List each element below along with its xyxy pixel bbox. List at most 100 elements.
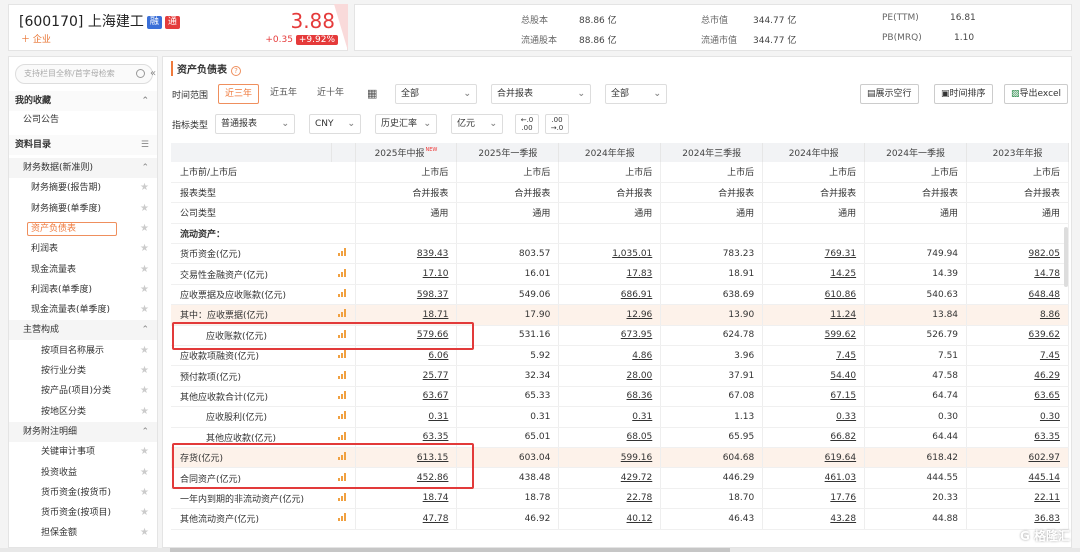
sidebar-item[interactable]: 按行业分类 ★ — [9, 361, 157, 381]
sidebar-item[interactable]: 投资收益 ★ — [9, 463, 157, 483]
column-header[interactable]: 2024年年报 — [558, 143, 662, 162]
chevron-up-icon[interactable]: ⌃ — [141, 422, 149, 442]
data-cell[interactable]: 11.24 — [762, 304, 866, 326]
chevron-up-icon[interactable]: ⌃ — [141, 158, 149, 178]
column-header[interactable]: 2024年三季报 — [660, 143, 764, 162]
star-icon[interactable]: ★ — [140, 300, 149, 320]
data-cell[interactable]: 0.31 — [558, 406, 662, 428]
data-cell[interactable]: 599.16 — [558, 447, 662, 469]
chevron-up-icon[interactable]: ⌃ — [141, 320, 149, 340]
star-icon[interactable]: ★ — [140, 219, 149, 239]
sidebar-item[interactable]: 货币资金(按项目) ★ — [9, 503, 157, 523]
data-cell[interactable]: 22.78 — [558, 488, 662, 510]
sidebar-item[interactable]: 现金流量表 ★ — [9, 260, 157, 280]
data-cell[interactable]: 63.67 — [355, 386, 458, 408]
sidebar-item[interactable]: 资产负债表 ★ — [9, 219, 157, 239]
data-cell[interactable]: 22.11 — [966, 488, 1069, 510]
data-cell[interactable]: 47.78 — [355, 508, 458, 530]
horizontal-scrollbar[interactable] — [0, 548, 1080, 552]
star-icon[interactable]: ★ — [140, 381, 149, 401]
data-cell[interactable]: 769.31 — [762, 243, 866, 265]
star-icon[interactable]: ★ — [140, 361, 149, 381]
star-icon[interactable]: ★ — [140, 402, 149, 422]
sidebar-item[interactable]: 财务附注明细 ⌃ — [9, 421, 157, 442]
period-select[interactable]: 全部 ⌄ — [395, 84, 477, 104]
search-input[interactable]: 支持栏目全称/首字母检索 — [15, 64, 153, 84]
sidebar-item[interactable]: 按产品(项目)分类 ★ — [9, 381, 157, 401]
data-cell[interactable]: 445.14 — [966, 467, 1069, 489]
star-icon[interactable]: ★ — [140, 503, 149, 523]
data-cell[interactable]: 17.83 — [558, 263, 662, 285]
data-cell[interactable]: 7.45 — [762, 345, 866, 367]
star-icon[interactable]: ★ — [140, 239, 149, 259]
data-cell[interactable]: 4.86 — [558, 345, 662, 367]
decrease-decimal-button[interactable]: ←.0 .00 — [515, 114, 539, 134]
data-cell[interactable]: 598.37 — [355, 284, 458, 306]
data-cell[interactable]: 599.62 — [762, 325, 866, 347]
data-cell[interactable]: 673.95 — [558, 325, 662, 347]
data-cell[interactable]: 46.29 — [966, 365, 1069, 387]
bar-chart-icon[interactable] — [338, 492, 347, 501]
data-cell[interactable]: 17.76 — [762, 488, 866, 510]
star-icon[interactable]: ★ — [140, 523, 149, 543]
data-cell[interactable]: 68.36 — [558, 386, 662, 408]
bar-chart-icon[interactable] — [338, 370, 347, 379]
bar-chart-icon[interactable] — [338, 513, 347, 522]
data-cell[interactable]: 43.28 — [762, 508, 866, 530]
star-icon[interactable]: ★ — [140, 280, 149, 300]
bar-chart-icon[interactable] — [338, 309, 347, 318]
range-3y[interactable]: 近三年 — [218, 84, 260, 104]
data-cell[interactable]: 686.91 — [558, 284, 662, 306]
time-sort-button[interactable]: ▣时间排序 — [934, 84, 993, 104]
help-icon[interactable]: ? — [231, 66, 241, 76]
directory-header[interactable]: 资料目录 ☰ — [9, 135, 157, 155]
sidebar-item[interactable]: 利润表 ★ — [9, 239, 157, 259]
data-cell[interactable]: 68.05 — [558, 427, 662, 448]
data-cell[interactable]: 36.83 — [966, 508, 1069, 530]
sidebar-item[interactable]: 财务摘要(报告期) ★ — [9, 178, 157, 198]
data-cell[interactable]: 14.78 — [966, 263, 1069, 285]
star-icon[interactable]: ★ — [140, 442, 149, 462]
data-cell[interactable]: 461.03 — [762, 467, 866, 489]
show-blank-button[interactable]: ▤展示空行 — [860, 84, 919, 104]
scroll-thumb[interactable] — [170, 548, 730, 552]
data-cell[interactable]: 67.15 — [762, 386, 866, 408]
data-cell[interactable]: 28.00 — [558, 365, 662, 387]
data-cell[interactable]: 1,035.01 — [558, 243, 662, 265]
sidebar-item[interactable]: 财务摘要(单季度) ★ — [9, 199, 157, 219]
star-icon[interactable]: ★ — [140, 463, 149, 483]
bar-chart-icon[interactable] — [338, 289, 347, 298]
sidebar-item[interactable]: 关键审计事项 ★ — [9, 442, 157, 462]
data-cell[interactable]: 619.64 — [762, 447, 866, 469]
sort-icon[interactable]: ☰ — [141, 135, 149, 155]
sidebar-item[interactable]: 按地区分类 ★ — [9, 402, 157, 422]
data-cell[interactable]: 14.25 — [762, 263, 866, 285]
range-5y[interactable]: 近五年 — [264, 84, 303, 104]
sidebar-item[interactable]: 按项目名称展示 ★ — [9, 341, 157, 361]
search-icon[interactable] — [136, 69, 145, 78]
data-cell[interactable]: 7.45 — [966, 345, 1069, 367]
column-header[interactable]: 2023年年报 — [966, 143, 1069, 162]
favorites-header[interactable]: 我的收藏 ⌃ — [9, 91, 157, 111]
increase-decimal-button[interactable]: .00 →.0 — [545, 114, 569, 134]
data-cell[interactable]: 648.48 — [966, 284, 1069, 306]
calendar-icon[interactable]: ▦ — [367, 87, 377, 100]
bar-chart-icon[interactable] — [338, 248, 347, 257]
sidebar-item[interactable]: 现金流量表(单季度) ★ — [9, 300, 157, 320]
sidebar-item[interactable]: 主营构成 ⌃ — [9, 320, 157, 341]
sidebar-item[interactable]: 货币资金(按货币) ★ — [9, 483, 157, 503]
data-cell[interactable]: 54.40 — [762, 365, 866, 387]
range-10y[interactable]: 近十年 — [311, 84, 350, 104]
currency-select[interactable]: CNY ⌄ — [309, 114, 361, 134]
data-cell[interactable]: 429.72 — [558, 467, 662, 489]
bar-chart-icon[interactable] — [338, 431, 347, 440]
add-enterprise-link[interactable]: ＋ 企业 — [21, 32, 51, 45]
all-select[interactable]: 全部 ⌄ — [605, 84, 667, 104]
star-icon[interactable]: ★ — [140, 341, 149, 361]
data-cell[interactable]: 66.82 — [762, 427, 866, 448]
data-cell[interactable]: 610.86 — [762, 284, 866, 306]
column-header[interactable]: 2024年中报 — [762, 143, 866, 162]
bar-chart-icon[interactable] — [338, 268, 347, 277]
star-icon[interactable]: ★ — [140, 178, 149, 198]
data-cell[interactable]: 25.77 — [355, 365, 458, 387]
